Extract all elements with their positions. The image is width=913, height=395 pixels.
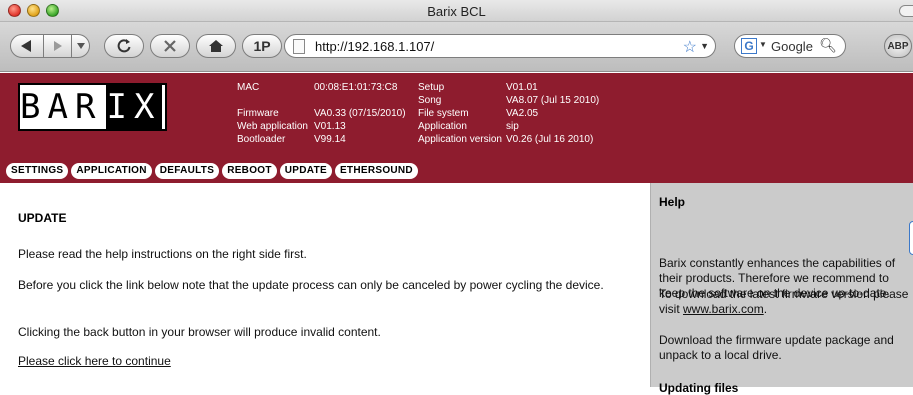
home-icon: [209, 40, 223, 52]
toolbar-toggle-button[interactable]: [899, 5, 913, 17]
stop-icon: [164, 40, 176, 52]
forward-arrow-icon: [53, 41, 62, 51]
web-application-value: V01.13: [314, 121, 346, 132]
help-title: Help: [659, 195, 686, 209]
menu-item-update[interactable]: UPDATE: [279, 163, 332, 179]
info-col2-values: V01.01 VA8.07 (Jul 15 2010) VA2.05 sip: [506, 81, 599, 133]
barix-logo: BAR IX: [18, 83, 167, 131]
back-arrow-icon: [21, 40, 31, 52]
bootloader-value: V99.14: [314, 134, 346, 145]
song-value: VA8.07 (Jul 15 2010): [506, 95, 600, 106]
page-icon: [293, 39, 305, 54]
application-label: Application: [418, 121, 467, 132]
file-system-value: VA2.05: [506, 108, 539, 119]
firmware-label: Firmware: [237, 108, 279, 119]
help-subtitle: Updating files: [659, 381, 739, 395]
menu-item-defaults[interactable]: DEFAULTS: [154, 163, 220, 179]
setup-value: V01.01: [506, 82, 538, 93]
search-bar[interactable]: G ▼ Google 🔍︎: [734, 34, 846, 58]
menu-item-settings[interactable]: SETTINGS: [6, 163, 69, 179]
continue-link[interactable]: Please click here to continue: [18, 354, 171, 368]
application-value: sip: [506, 121, 519, 132]
url-dropdown-icon[interactable]: ▼: [700, 41, 709, 51]
forward-button[interactable]: [44, 34, 72, 58]
barix-header: BAR IX MAC Firmware Web application Boot…: [0, 73, 913, 183]
web-application-label: Web application: [237, 121, 308, 132]
main-content: UPDATE Please read the help instructions…: [0, 183, 650, 387]
application-version-value: V0.26 (Jul 16 2010): [506, 133, 593, 146]
bootloader-label: Bootloader: [237, 134, 286, 145]
url-text[interactable]: http://192.168.1.107/: [315, 39, 434, 54]
back-button[interactable]: [10, 34, 44, 58]
chevron-down-icon: [76, 43, 85, 49]
bookmark-star-icon[interactable]: ☆: [683, 37, 697, 57]
search-input[interactable]: Google: [771, 39, 813, 54]
home-button[interactable]: [196, 34, 236, 58]
main-menu: SETTINGS APPLICATION DEFAULTS REBOOT UPD…: [6, 163, 418, 179]
barix-logo-block: IX: [106, 85, 162, 129]
barix-website-link[interactable]: www.barix.com: [683, 302, 764, 316]
mac-value: 00:08:E1:01:73:C8: [314, 82, 398, 93]
application-version-text: V0.26 (Jul 16 2010): [506, 134, 594, 145]
help-text-2: Download the firmware update package and…: [659, 333, 894, 362]
window-titlebar: Barix BCL: [0, 0, 913, 22]
instruction-text-3: Clicking the back button in your browser…: [18, 325, 381, 339]
file-system-label: File system: [418, 108, 469, 119]
reload-icon: [117, 39, 131, 53]
info-col2-labels: Setup Song File system Application Appli…: [418, 81, 502, 146]
search-engine-icon[interactable]: G: [741, 38, 757, 54]
setup-label: Setup: [418, 82, 445, 93]
stop-button[interactable]: [150, 34, 190, 58]
search-icon[interactable]: 🔍︎: [819, 37, 837, 54]
firmware-value: VA0.33 (07/15/2010): [314, 108, 406, 119]
help-text-1b: To download the latest firmware version …: [659, 287, 909, 316]
adblock-button[interactable]: ABP: [884, 34, 912, 58]
browser-toolbar: 1P http://192.168.1.107/ ☆ ▼ G ▼ Google …: [0, 22, 913, 72]
application-version-label: Application version: [418, 134, 502, 145]
instruction-text-2: Before you click the link below note tha…: [18, 278, 604, 292]
help-panel: Help Barix constantly enhances the capab…: [650, 183, 913, 395]
scrollbar-handle[interactable]: [909, 221, 913, 255]
song-label: Song: [418, 95, 442, 106]
page-title: UPDATE: [18, 211, 67, 225]
menu-item-application[interactable]: APPLICATION: [71, 163, 152, 179]
search-engine-dropdown-icon[interactable]: ▼: [759, 40, 767, 49]
history-dropdown-button[interactable]: [72, 34, 90, 58]
password-manager-button[interactable]: 1P: [242, 34, 282, 58]
url-bar[interactable]: http://192.168.1.107/ ☆ ▼: [284, 34, 716, 58]
menu-item-reboot[interactable]: REBOOT: [222, 163, 277, 179]
info-col1-values: 00:08:E1:01:73:C8 VA0.33 (07/15/2010) V0…: [314, 81, 406, 146]
window-title: Barix BCL: [427, 4, 486, 19]
instruction-text-1: Please read the help instructions on the…: [18, 247, 307, 261]
menu-item-ethersound[interactable]: ETHERSOUND: [334, 163, 418, 179]
info-col1-labels: MAC Firmware Web application Bootloader: [237, 81, 308, 146]
mac-label: MAC: [237, 82, 260, 93]
reload-button[interactable]: [104, 34, 144, 58]
